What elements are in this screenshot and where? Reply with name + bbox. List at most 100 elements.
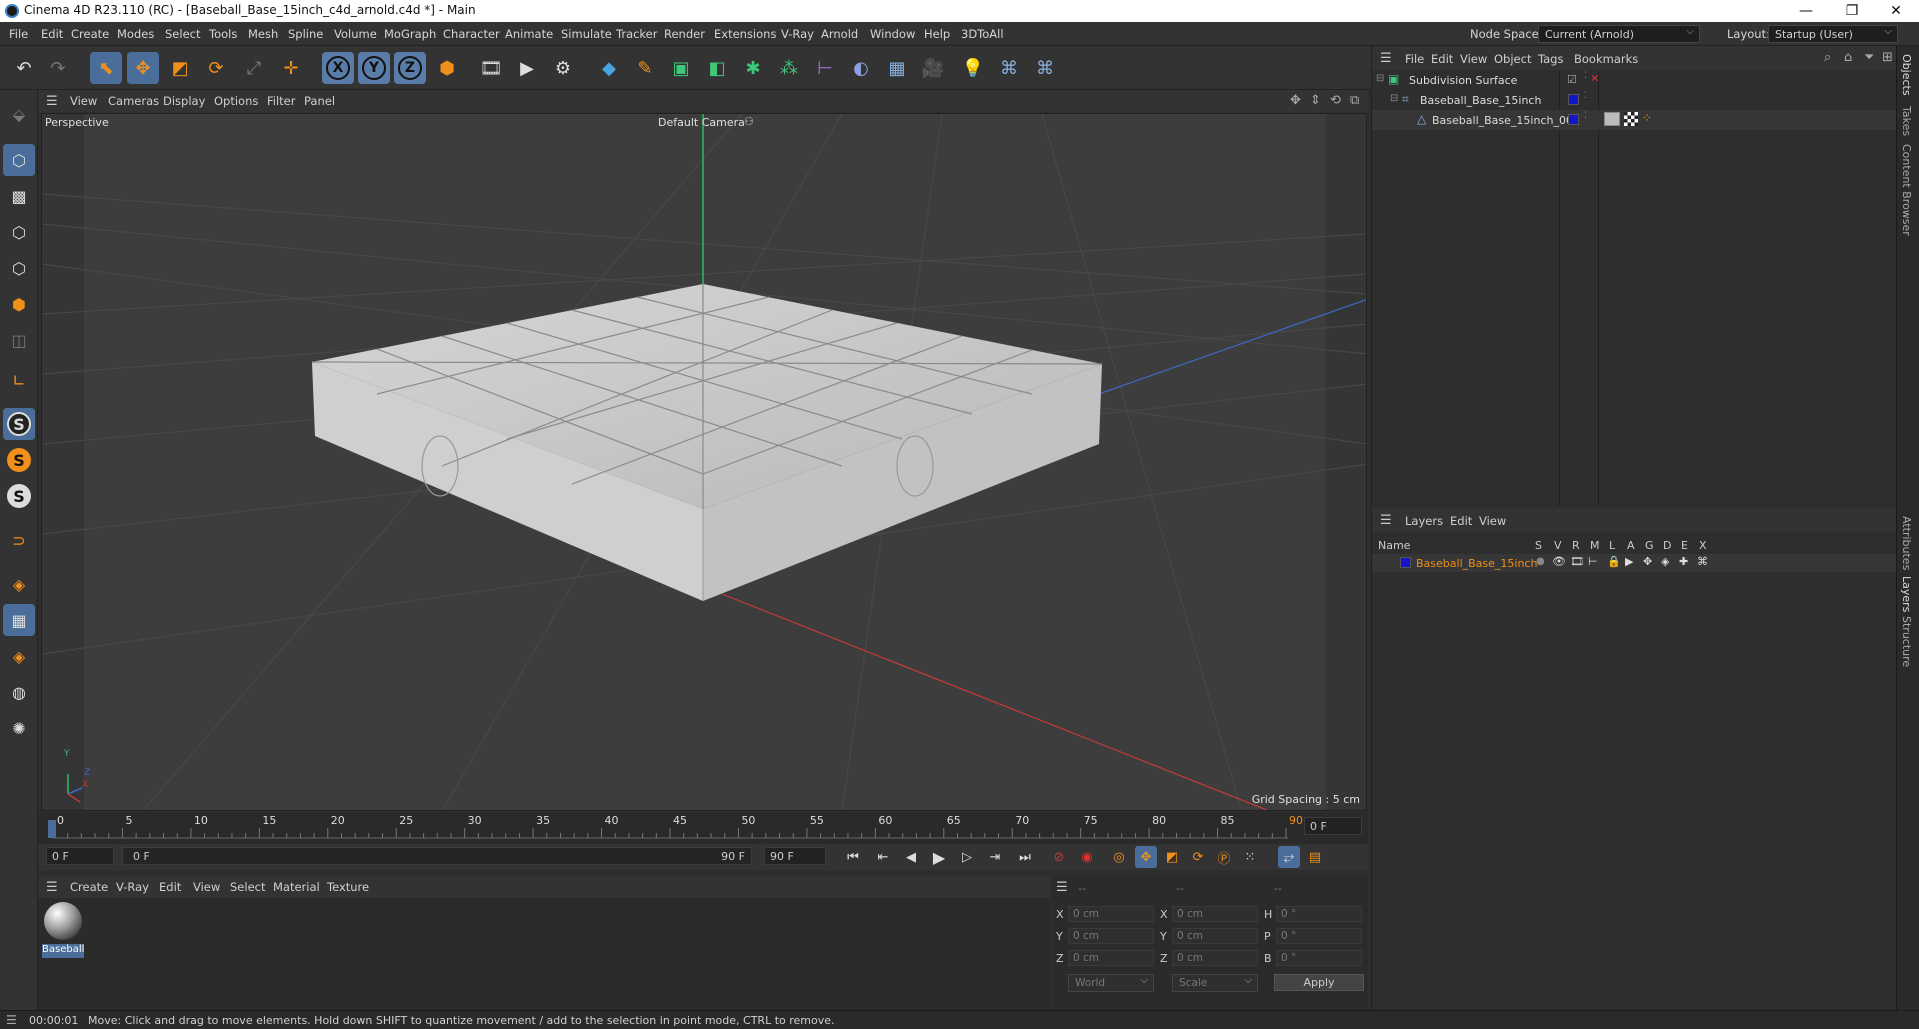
grid-icon[interactable]: ▦ bbox=[3, 604, 35, 636]
material-menu-texture[interactable]: Texture bbox=[327, 880, 369, 894]
phong-tag-icon[interactable]: ⁘ bbox=[1642, 111, 1652, 125]
redo-icon[interactable]: ↷ bbox=[42, 52, 74, 84]
autokey-icon[interactable]: ◉ bbox=[1076, 846, 1098, 868]
next-frame-icon[interactable]: ▷ bbox=[956, 846, 978, 868]
magnet-icon[interactable]: ⊃ bbox=[3, 524, 35, 556]
menu-window[interactable]: Window bbox=[870, 27, 915, 41]
material-tag-icon[interactable] bbox=[1604, 112, 1620, 126]
transform-tool-icon[interactable]: ✛ bbox=[275, 52, 307, 84]
disabled-x-icon[interactable]: ✕ bbox=[1590, 72, 1599, 85]
coord-rot-h-field[interactable]: 0 ° bbox=[1276, 906, 1362, 922]
coordinate-system-icon[interactable]: ⬢ bbox=[431, 52, 463, 84]
viewport-move-icon[interactable]: ✥ bbox=[1290, 93, 1301, 108]
uv-mode-icon[interactable]: ◫ bbox=[3, 324, 35, 356]
objects-menu-object[interactable]: Object bbox=[1494, 52, 1531, 66]
layers-hamburger-icon[interactable]: ☰ bbox=[1380, 513, 1392, 528]
snap-mode-icon[interactable]: S bbox=[3, 480, 35, 512]
menu-tools[interactable]: Tools bbox=[209, 27, 237, 41]
menu-volume[interactable]: Volume bbox=[334, 27, 377, 41]
playhead[interactable] bbox=[48, 820, 56, 838]
viewport-menu-display[interactable]: Display bbox=[163, 94, 205, 108]
close-button[interactable]: ✕ bbox=[1873, 0, 1919, 22]
rotate-tool-icon[interactable]: ⟳ bbox=[200, 52, 232, 84]
menu-tracker[interactable]: Tracker bbox=[616, 27, 658, 41]
end-frame-field[interactable]: 90 F bbox=[764, 847, 826, 865]
layer-generators-icon[interactable]: ✥ bbox=[1643, 555, 1652, 568]
texture-mode-icon[interactable]: ▩ bbox=[3, 180, 35, 212]
x-axis-icon[interactable]: X bbox=[322, 52, 354, 84]
subdivision-icon[interactable]: ▣ bbox=[665, 52, 697, 84]
collapse-icon[interactable]: ⊟ bbox=[1376, 73, 1384, 84]
menu-create[interactable]: Create bbox=[71, 27, 109, 41]
go-to-start-icon[interactable]: ⏮ bbox=[842, 846, 864, 868]
menu-simulate[interactable]: Simulate bbox=[561, 27, 612, 41]
play-icon[interactable]: ▶ bbox=[928, 846, 950, 868]
snap-settings-icon[interactable]: S bbox=[3, 444, 35, 476]
material-hamburger-icon[interactable]: ☰ bbox=[46, 880, 58, 895]
cloner-icon[interactable]: ✱ bbox=[737, 52, 769, 84]
material-menu-view[interactable]: View bbox=[193, 880, 220, 894]
node-space-dropdown[interactable]: Current (Arnold) bbox=[1538, 25, 1700, 43]
tab-layers[interactable]: Layers bbox=[1900, 576, 1913, 612]
layer-row[interactable]: Baseball_Base_15inch ● 👁 🎞 ⊢ 🔒 ▶ ✥ ◈ ✚ ⌘ bbox=[1372, 554, 1897, 572]
coord-pos-x-field[interactable]: 0 cm bbox=[1068, 906, 1154, 922]
object-row-subdivision[interactable]: ⊟ ▣ Subdivision Surface ☑ ⁚ ✕ bbox=[1372, 70, 1897, 90]
menu-vray[interactable]: V-Ray bbox=[781, 27, 814, 41]
keyframe-selection-icon[interactable]: ◎ bbox=[1108, 846, 1130, 868]
floor-icon[interactable]: ▦ bbox=[881, 52, 913, 84]
current-frame-field[interactable]: 0 F bbox=[46, 847, 114, 865]
viewport-menu-panel[interactable]: Panel bbox=[304, 94, 335, 108]
status-hamburger-icon[interactable]: ☰ bbox=[6, 1013, 17, 1027]
render-view-icon[interactable]: ▶ bbox=[511, 52, 543, 84]
tab-content-browser[interactable]: Content Browser bbox=[1900, 144, 1913, 236]
material-menu-edit[interactable]: Edit bbox=[159, 880, 181, 894]
objects-hamburger-icon[interactable]: ☰ bbox=[1380, 51, 1392, 66]
layer-animation-icon[interactable]: ▶ bbox=[1625, 555, 1633, 568]
key-param-icon[interactable]: Ⓟ bbox=[1213, 846, 1235, 868]
tab-takes[interactable]: Takes bbox=[1900, 106, 1913, 136]
key-pla-icon[interactable]: ⁙ bbox=[1239, 846, 1261, 868]
object-row-baseball-base-001[interactable]: △ Baseball_Base_15inch_001 ⁚ ⁘ bbox=[1372, 110, 1897, 130]
viewport-menu-options[interactable]: Options bbox=[214, 94, 258, 108]
coordinates-hamburger-icon[interactable]: ☰ bbox=[1056, 880, 1068, 895]
viewport-zoom-icon[interactable]: ⇕ bbox=[1310, 93, 1321, 108]
layers-menu-layers[interactable]: Layers bbox=[1405, 514, 1443, 528]
next-key-icon[interactable]: ⇥ bbox=[984, 846, 1006, 868]
coord-size-z-field[interactable]: 0 cm bbox=[1172, 950, 1258, 966]
mograph-icon[interactable]: ⁂ bbox=[773, 52, 805, 84]
objects-menu-edit[interactable]: Edit bbox=[1431, 52, 1453, 66]
menu-mesh[interactable]: Mesh bbox=[248, 27, 278, 41]
edge-mode-icon[interactable]: ⬡ bbox=[3, 252, 35, 284]
settings-gear-icon[interactable]: ✺ bbox=[3, 712, 35, 744]
menu-extensions[interactable]: Extensions bbox=[714, 27, 776, 41]
object-row-baseball-base[interactable]: ⊟ ⌗ Baseball_Base_15inch ⁚ bbox=[1372, 90, 1897, 110]
menu-file[interactable]: File bbox=[9, 27, 28, 41]
layers-menu-view[interactable]: View bbox=[1479, 514, 1506, 528]
python-script-icon[interactable]: ⌘ bbox=[1029, 52, 1061, 84]
layer-manager-icon[interactable]: ⊢ bbox=[1588, 555, 1598, 568]
tab-structure[interactable]: Structure bbox=[1900, 616, 1913, 667]
minimize-button[interactable]: — bbox=[1783, 0, 1829, 22]
move-tool-icon[interactable]: ✥ bbox=[127, 52, 159, 84]
recent-tool-icon[interactable]: ⤢ bbox=[238, 52, 270, 84]
motion-icon[interactable]: ⥂ bbox=[1278, 846, 1300, 868]
viewport-maximize-icon[interactable]: ⧉ bbox=[1350, 93, 1359, 108]
viewport-camera-label[interactable]: Default Camera bbox=[658, 116, 745, 129]
menu-modes[interactable]: Modes bbox=[117, 27, 154, 41]
render-region-icon[interactable]: 🎞 bbox=[475, 52, 507, 84]
search-icon[interactable]: ⌕ bbox=[1824, 50, 1831, 65]
deformer-icon[interactable]: ⊢ bbox=[809, 52, 841, 84]
coord-pos-z-field[interactable]: 0 cm bbox=[1068, 950, 1154, 966]
undo-icon[interactable]: ↶ bbox=[8, 52, 40, 84]
menu-spline[interactable]: Spline bbox=[288, 27, 323, 41]
material-swatch[interactable]: Baseball bbox=[42, 902, 84, 960]
y-axis-icon[interactable]: Y bbox=[358, 52, 390, 84]
axis-mode-icon[interactable]: ∟ bbox=[3, 364, 35, 396]
coord-mode-dropdown[interactable]: World bbox=[1068, 974, 1154, 992]
menu-help[interactable]: Help bbox=[924, 27, 950, 41]
layer-color-swatch[interactable] bbox=[1568, 94, 1579, 105]
tab-objects[interactable]: Objects bbox=[1900, 54, 1913, 96]
visibility-dots-icon[interactable]: ⁚ bbox=[1584, 111, 1587, 121]
objects-menu-tags[interactable]: Tags bbox=[1538, 52, 1563, 66]
locked-workplane-icon[interactable]: ◈ bbox=[3, 640, 35, 672]
